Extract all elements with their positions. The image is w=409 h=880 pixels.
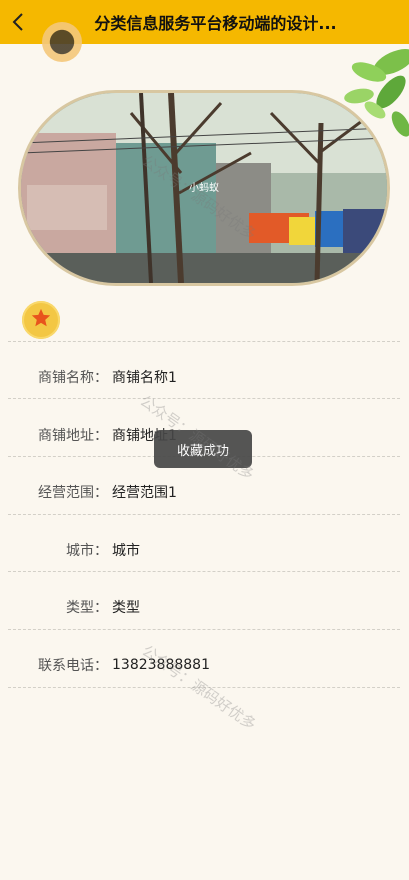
divider [8, 341, 400, 342]
detail-row-city: 城市： 城市 [8, 521, 400, 578]
detail-value: 类型 [112, 599, 140, 616]
page-title: 分类信息服务平台移动端的设计... [94, 14, 337, 33]
detail-row-shop-name: 商铺名称： 商铺名称1 [8, 348, 400, 405]
divider [8, 398, 400, 399]
floating-ball-decoration [42, 22, 82, 62]
star-icon [30, 307, 52, 333]
divider [8, 629, 400, 630]
detail-label: 类型 [66, 599, 94, 616]
favorite-button[interactable] [22, 301, 60, 339]
detail-label: 经营范围 [38, 484, 94, 501]
detail-label: 商铺地址 [38, 427, 94, 444]
detail-value: 城市 [112, 542, 140, 559]
chevron-left-icon [11, 12, 25, 32]
divider [8, 571, 400, 572]
detail-row-business-scope: 经营范围： 经营范围1 [8, 463, 400, 520]
detail-row-type: 类型： 类型 [8, 578, 400, 635]
detail-label: 联系电话 [38, 657, 94, 674]
divider [8, 514, 400, 515]
detail-value: 商铺名称1 [112, 369, 177, 386]
detail-label: 城市 [66, 542, 94, 559]
back-button[interactable] [0, 0, 36, 44]
detail-value: 经营范围1 [112, 484, 177, 501]
detail-label: 商铺名称 [38, 369, 94, 386]
